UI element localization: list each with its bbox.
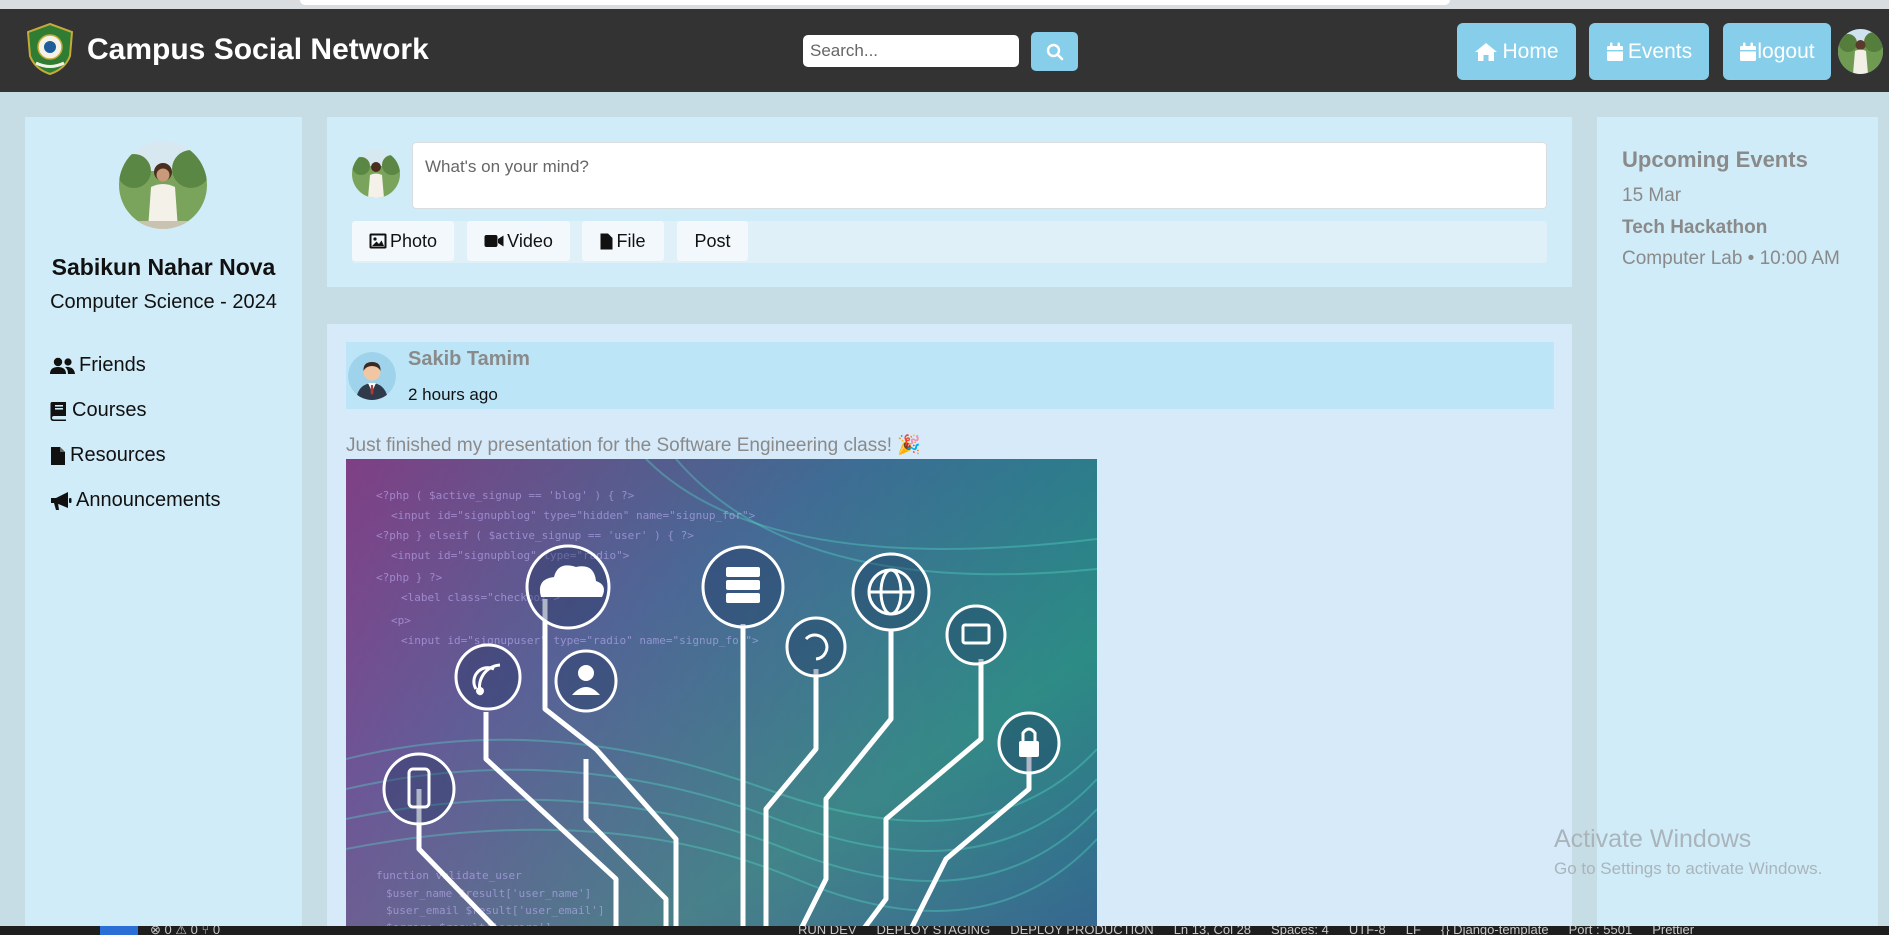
campus-logo-icon[interactable] xyxy=(25,22,75,76)
post-button-label: Post xyxy=(694,230,731,251)
sidebar-item-friends[interactable]: Friends xyxy=(50,343,221,388)
svg-text:<input id="signupuser" type="r: <input id="signupuser" type="radio" name… xyxy=(401,634,759,647)
events-sidebar: Upcoming Events 15 Mar Tech Hackathon Co… xyxy=(1597,117,1878,935)
photo-button[interactable]: Photo xyxy=(352,221,454,261)
status-item[interactable]: {} Django-template xyxy=(1441,926,1549,935)
post-submit-button[interactable]: Post xyxy=(677,221,748,261)
event-date: 15 Mar xyxy=(1622,185,1682,206)
file-icon xyxy=(600,233,613,249)
feed-post: Sakib Tamim 2 hours ago Just finished my… xyxy=(327,324,1572,935)
calendar-icon xyxy=(1740,42,1757,61)
event-name[interactable]: Tech Hackathon xyxy=(1622,217,1767,239)
post-timestamp: 2 hours ago xyxy=(408,385,498,404)
top-navbar: Campus Social Network Home Events logout xyxy=(0,9,1889,92)
logout-button[interactable]: logout xyxy=(1723,23,1831,80)
logout-button-label: logout xyxy=(1757,39,1815,63)
calendar-icon xyxy=(1606,42,1623,61)
file-icon xyxy=(51,446,65,465)
svg-text:$user_email $result['user_emai: $user_email $result['user_email'] xyxy=(386,904,605,917)
users-icon xyxy=(50,357,75,374)
video-button[interactable]: Video xyxy=(467,221,570,261)
sidebar-item-label: Resources xyxy=(70,444,166,466)
svg-text:<p>: <p> xyxy=(391,614,411,627)
profile-name: Sabikun Nahar Nova xyxy=(51,254,276,280)
composer-avatar xyxy=(352,150,400,198)
video-camera-icon xyxy=(484,235,504,247)
remote-indicator[interactable] xyxy=(100,926,138,935)
sidebar-item-label: Courses xyxy=(72,399,147,421)
status-item[interactable]: Ln 13, Col 28 xyxy=(1174,926,1251,935)
home-icon xyxy=(1475,42,1498,61)
post-author-name[interactable]: Sakib Tamim xyxy=(408,348,530,371)
search-input[interactable] xyxy=(803,35,1019,67)
post-composer: Photo Video File Post xyxy=(327,117,1572,287)
post-text: Just finished my presentation for the So… xyxy=(346,435,921,456)
sidebar-item-label: Announcements xyxy=(76,489,221,511)
post-text-input[interactable] xyxy=(412,142,1547,209)
sidebar-menu: Friends Courses Resources Announcements xyxy=(50,343,221,523)
events-button-label: Events xyxy=(1627,39,1693,63)
sidebar-item-announcements[interactable]: Announcements xyxy=(50,478,221,523)
post-image[interactable]: <?php ( $active_signup == 'blog' ) { ?> … xyxy=(346,459,1097,935)
bullhorn-icon xyxy=(51,491,72,510)
editor-status-bar: ⊗ 0 ⚠ 0 ⑂ 0 RUN DEV DEPLOY STAGING DEPLO… xyxy=(0,926,1889,935)
post-header: Sakib Tamim 2 hours ago xyxy=(346,342,1554,409)
sidebar-item-label: Friends xyxy=(79,354,146,376)
search-button[interactable] xyxy=(1031,32,1078,71)
user-avatar[interactable] xyxy=(1838,29,1883,74)
photo-button-label: Photo xyxy=(389,230,438,251)
sidebar-item-courses[interactable]: Courses xyxy=(50,388,221,433)
status-items: RUN DEV DEPLOY STAGING DEPLOY PRODUCTION… xyxy=(798,926,1694,935)
profile-program: Computer Science - 2024 xyxy=(50,291,277,313)
book-icon xyxy=(50,401,66,421)
status-item[interactable]: RUN DEV xyxy=(798,926,857,935)
status-item[interactable]: LF xyxy=(1406,926,1421,935)
windows-activation-watermark: Activate Windows Go to Settings to activ… xyxy=(1554,825,1822,879)
watermark-subtitle: Go to Settings to activate Windows. xyxy=(1554,859,1823,878)
browser-top-strip xyxy=(0,0,1889,9)
profile-avatar[interactable] xyxy=(119,141,207,229)
status-item[interactable]: UTF-8 xyxy=(1349,926,1386,935)
event-location-time: Computer Lab • 10:00 AM xyxy=(1622,248,1840,269)
profile-sidebar: Sabikun Nahar Nova Computer Science - 20… xyxy=(25,117,302,935)
video-button-label: Video xyxy=(507,230,553,251)
file-button-label: File xyxy=(616,230,646,251)
search-icon xyxy=(1046,43,1063,60)
home-button-label: Home xyxy=(1502,39,1559,63)
file-button[interactable]: File xyxy=(582,221,664,261)
site-brand-title[interactable]: Campus Social Network xyxy=(87,33,429,67)
sidebar-item-resources[interactable]: Resources xyxy=(50,433,221,478)
post-author-avatar[interactable] xyxy=(348,352,396,400)
status-item[interactable]: Prettier xyxy=(1652,926,1694,935)
status-problems[interactable]: ⊗ 0 ⚠ 0 ⑂ 0 xyxy=(150,926,220,935)
svg-text:<?php } ?>: <?php } ?> xyxy=(376,571,443,584)
browser-address-edge xyxy=(300,0,1450,5)
events-button[interactable]: Events xyxy=(1589,23,1709,80)
svg-text:$user_name $result['user_name': $user_name $result['user_name'] xyxy=(386,887,591,900)
image-icon xyxy=(369,233,387,249)
upcoming-events-heading: Upcoming Events xyxy=(1622,147,1808,172)
home-button[interactable]: Home xyxy=(1457,23,1576,80)
svg-text:<input id="signupblog" type="h: <input id="signupblog" type="hidden" nam… xyxy=(391,509,756,522)
status-item[interactable]: DEPLOY PRODUCTION xyxy=(1010,926,1154,935)
svg-text:<?php ( $active_signup == 'blo: <?php ( $active_signup == 'blog' ) { ?> xyxy=(376,489,635,502)
status-item[interactable]: DEPLOY STAGING xyxy=(877,926,991,935)
svg-text:<?php } elseif ( $active_signu: <?php } elseif ( $active_signup == 'user… xyxy=(376,529,694,542)
status-item[interactable]: Spaces: 4 xyxy=(1271,926,1329,935)
composer-toolbar: Photo Video File Post xyxy=(352,221,1547,263)
watermark-title: Activate Windows xyxy=(1554,825,1752,853)
status-item[interactable]: Port : 5501 xyxy=(1569,926,1633,935)
